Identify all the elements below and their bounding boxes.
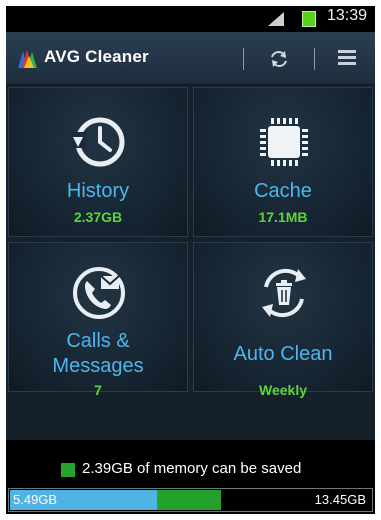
tile-auto-clean[interactable]: Auto Clean Weekly [193,242,373,398]
menu-icon[interactable] [338,50,356,66]
signal-icon [268,12,284,26]
tile-calls-title-line1: Calls & [66,330,130,352]
tile-calls-title-line2: Messages [52,355,144,377]
status-bar: 13:39 [6,6,375,32]
tile-calls-messages[interactable]: Calls & Messages 7 [8,242,188,398]
tile-history-value: 2.37GB [73,209,123,225]
tile-cache-value: 17.1MB [258,209,308,225]
feature-grid: History 2.37GB Cache 17.1MB Calls & Mess… [6,85,375,440]
tile-history-title: History [66,180,130,202]
avg-logo-icon [18,50,37,68]
battery-icon [302,11,316,27]
tile-calls-value: 7 [94,382,102,398]
tile-calls-title: Calls & Messages [9,329,187,379]
history-clock-icon [72,117,125,167]
auto-clean-trash-icon [262,268,306,318]
tile-auto-clean-title: Auto Clean [233,343,333,365]
tile-cache-title: Cache [254,180,312,202]
saveable-legend-swatch [61,463,75,477]
memory-used-label: 5.49GB [13,492,58,507]
phone-screen: 13:39 AVG Cleaner History 2.37GB Cache 1… [6,6,375,514]
chip-icon [260,118,308,166]
memory-saved-text: 2.39GB of memory can be saved [82,460,302,477]
status-time: 13:39 [326,7,367,24]
tile-auto-clean-value: Weekly [259,382,307,398]
app-bar: AVG Cleaner [6,32,375,85]
memory-footer: 2.39GB of memory can be saved 5.49GB 13.… [6,440,375,514]
separator [243,48,244,70]
app-title: AVG Cleaner [44,47,149,66]
tile-cache[interactable]: Cache 17.1MB [193,87,373,237]
tile-history[interactable]: History 2.37GB [8,87,188,237]
separator [314,48,315,70]
memory-bar-saveable [157,490,221,510]
memory-bar: 5.49GB 13.45GB [8,488,373,512]
refresh-icon[interactable] [268,48,290,70]
memory-total-label: 13.45GB [314,492,366,507]
phone-message-icon [73,267,125,319]
